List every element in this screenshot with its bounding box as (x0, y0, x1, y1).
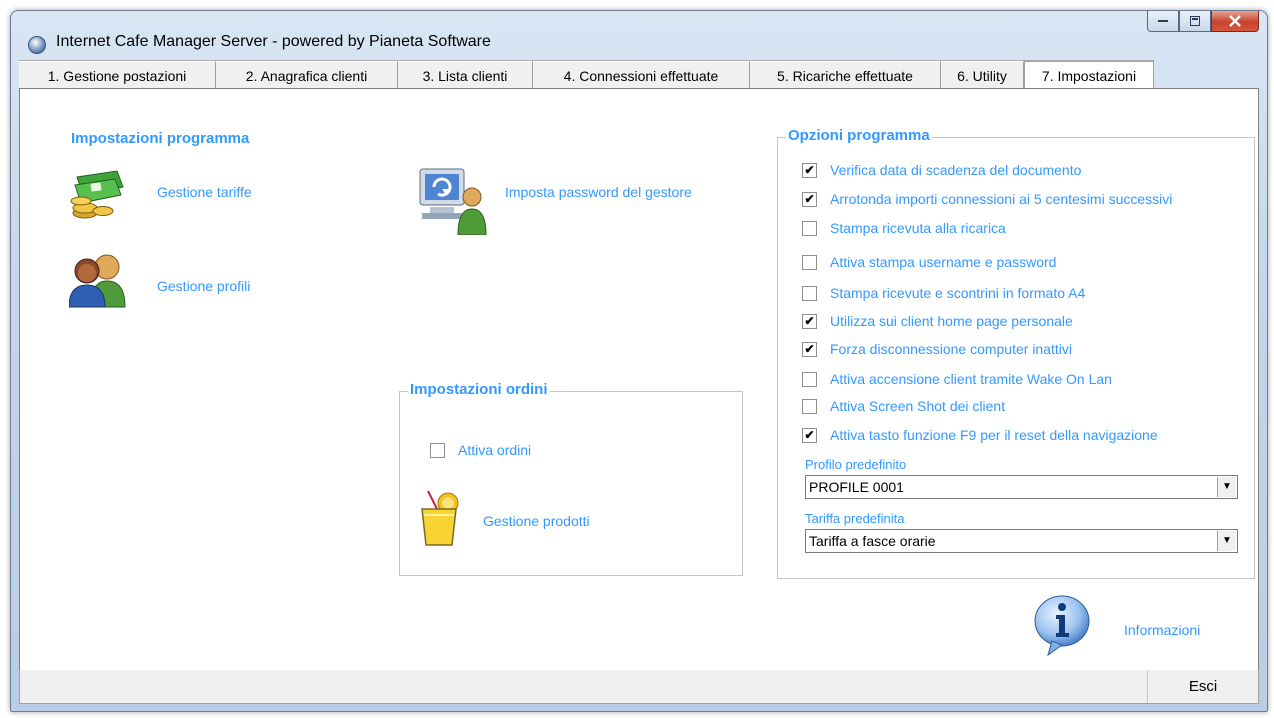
tab-bar: 1. Gestione postazioni 2. Anagrafica cli… (19, 60, 1154, 91)
tariffa-predefinita-label: Tariffa predefinita (805, 511, 905, 526)
app-window: Internet Cafe Manager Server - powered b… (10, 10, 1268, 712)
tariffa-predefinita-select[interactable]: Tariffa a fasce orarie ▼ (805, 529, 1238, 553)
drink-icon[interactable] (418, 489, 462, 549)
minimize-button[interactable] (1147, 11, 1179, 32)
option-checkbox[interactable]: ✔ (802, 191, 817, 207)
money-icon[interactable] (69, 167, 127, 223)
option-label: Attiva tasto funzione F9 per il reset de… (830, 427, 1158, 443)
status-bar: Esci (19, 670, 1259, 704)
option-label: Arrotonda importi connessioni ai 5 cente… (830, 191, 1173, 207)
gestione-profili-link[interactable]: Gestione profili (157, 278, 250, 294)
option-forza-disconnessione[interactable]: ✔ Forza disconnessione computer inattivi (802, 339, 1072, 359)
option-label: Attiva accensione client tramite Wake On… (830, 371, 1112, 387)
option-arrotonda-importi[interactable]: ✔ Arrotonda importi connessioni ai 5 cen… (802, 189, 1172, 209)
option-checkbox[interactable] (802, 254, 817, 270)
option-checkbox[interactable] (802, 371, 817, 387)
option-checkbox[interactable]: ✔ (802, 341, 817, 357)
program-settings-title: Impostazioni programma (71, 130, 250, 147)
option-checkbox[interactable]: ✔ (802, 313, 817, 329)
tab-gestione-postazioni[interactable]: 1. Gestione postazioni (19, 61, 216, 90)
tab-ricariche-effettuate[interactable]: 5. Ricariche effettuate (750, 61, 941, 90)
minimize-icon (1158, 20, 1168, 22)
option-home-page[interactable]: ✔ Utilizza sui client home page personal… (802, 311, 1073, 331)
option-checkbox[interactable] (802, 398, 817, 414)
option-label: Stampa ricevuta alla ricarica (830, 220, 1006, 236)
tab-utility[interactable]: 6. Utility (941, 61, 1024, 90)
option-formato-a4[interactable]: Stampa ricevute e scontrini in formato A… (802, 283, 1085, 303)
option-checkbox[interactable]: ✔ (802, 162, 817, 178)
attiva-ordini-label: Attiva ordini (458, 442, 532, 458)
info-icon[interactable] (1032, 593, 1092, 657)
option-label: Attiva stampa username e password (830, 254, 1057, 270)
caption-buttons (1147, 11, 1259, 33)
tab-anagrafica-clienti[interactable]: 2. Anagrafica clienti (216, 61, 398, 90)
option-verifica-scadenza[interactable]: ✔ Verifica data di scadenza del document… (802, 160, 1081, 180)
profilo-predefinito-label: Profilo predefinito (805, 457, 907, 472)
attiva-ordini-box[interactable] (430, 442, 445, 458)
imposta-password-link[interactable]: Imposta password del gestore (505, 184, 692, 200)
esci-button[interactable]: Esci (1147, 670, 1258, 703)
option-tasto-f9[interactable]: ✔ Attiva tasto funzione F9 per il reset … (802, 425, 1158, 445)
option-stampa-username[interactable]: Attiva stampa username e password (802, 252, 1056, 272)
window-title: Internet Cafe Manager Server - powered b… (56, 33, 491, 50)
option-checkbox[interactable]: ✔ (802, 427, 817, 443)
option-label: Verifica data di scadenza del documento (830, 162, 1082, 178)
tab-connessioni-effettuate[interactable]: 4. Connessioni effettuate (533, 61, 750, 90)
users-icon[interactable] (69, 249, 129, 309)
option-label: Forza disconnessione computer inattivi (830, 341, 1073, 357)
option-stampa-ricevuta[interactable]: Stampa ricevuta alla ricarica (802, 218, 1006, 238)
orders-group: Impostazioni ordini Attiva ordini Gestio… (399, 381, 743, 576)
option-label: Stampa ricevute e scontrini in formato A… (830, 285, 1086, 301)
option-screen-shot[interactable]: Attiva Screen Shot dei client (802, 396, 1005, 416)
title-bar: Internet Cafe Manager Server - powered b… (11, 11, 1267, 61)
informazioni-link[interactable]: Informazioni (1124, 622, 1200, 638)
chevron-down-icon[interactable]: ▼ (1217, 477, 1236, 497)
settings-panel: Impostazioni programma Gestione tariffe … (19, 88, 1259, 672)
close-button[interactable] (1211, 11, 1259, 32)
profilo-predefinito-value: PROFILE 0001 (809, 479, 904, 495)
maximize-icon (1190, 16, 1200, 26)
tab-impostazioni[interactable]: 7. Impostazioni (1024, 61, 1154, 91)
password-user-icon[interactable] (416, 163, 492, 235)
close-icon (1229, 15, 1241, 27)
maximize-button[interactable] (1179, 11, 1211, 32)
app-icon (28, 36, 46, 54)
option-label: Utilizza sui client home page personale (830, 313, 1073, 329)
attiva-ordini-checkbox[interactable]: Attiva ordini (430, 440, 531, 460)
gestione-tariffe-link[interactable]: Gestione tariffe (157, 184, 252, 200)
profilo-predefinito-select[interactable]: PROFILE 0001 ▼ (805, 475, 1238, 499)
tariffa-predefinita-value: Tariffa a fasce orarie (809, 533, 936, 549)
option-checkbox[interactable] (802, 285, 817, 301)
options-group: Opzioni programma ✔ Verifica data di sca… (777, 127, 1255, 579)
tab-lista-clienti[interactable]: 3. Lista clienti (398, 61, 533, 90)
gestione-prodotti-link[interactable]: Gestione prodotti (483, 513, 590, 529)
options-group-title: Opzioni programma (786, 127, 932, 144)
option-checkbox[interactable] (802, 220, 817, 236)
orders-group-title: Impostazioni ordini (408, 381, 550, 398)
option-label: Attiva Screen Shot dei client (830, 398, 1006, 414)
option-wake-on-lan[interactable]: Attiva accensione client tramite Wake On… (802, 369, 1112, 389)
chevron-down-icon[interactable]: ▼ (1217, 531, 1236, 551)
